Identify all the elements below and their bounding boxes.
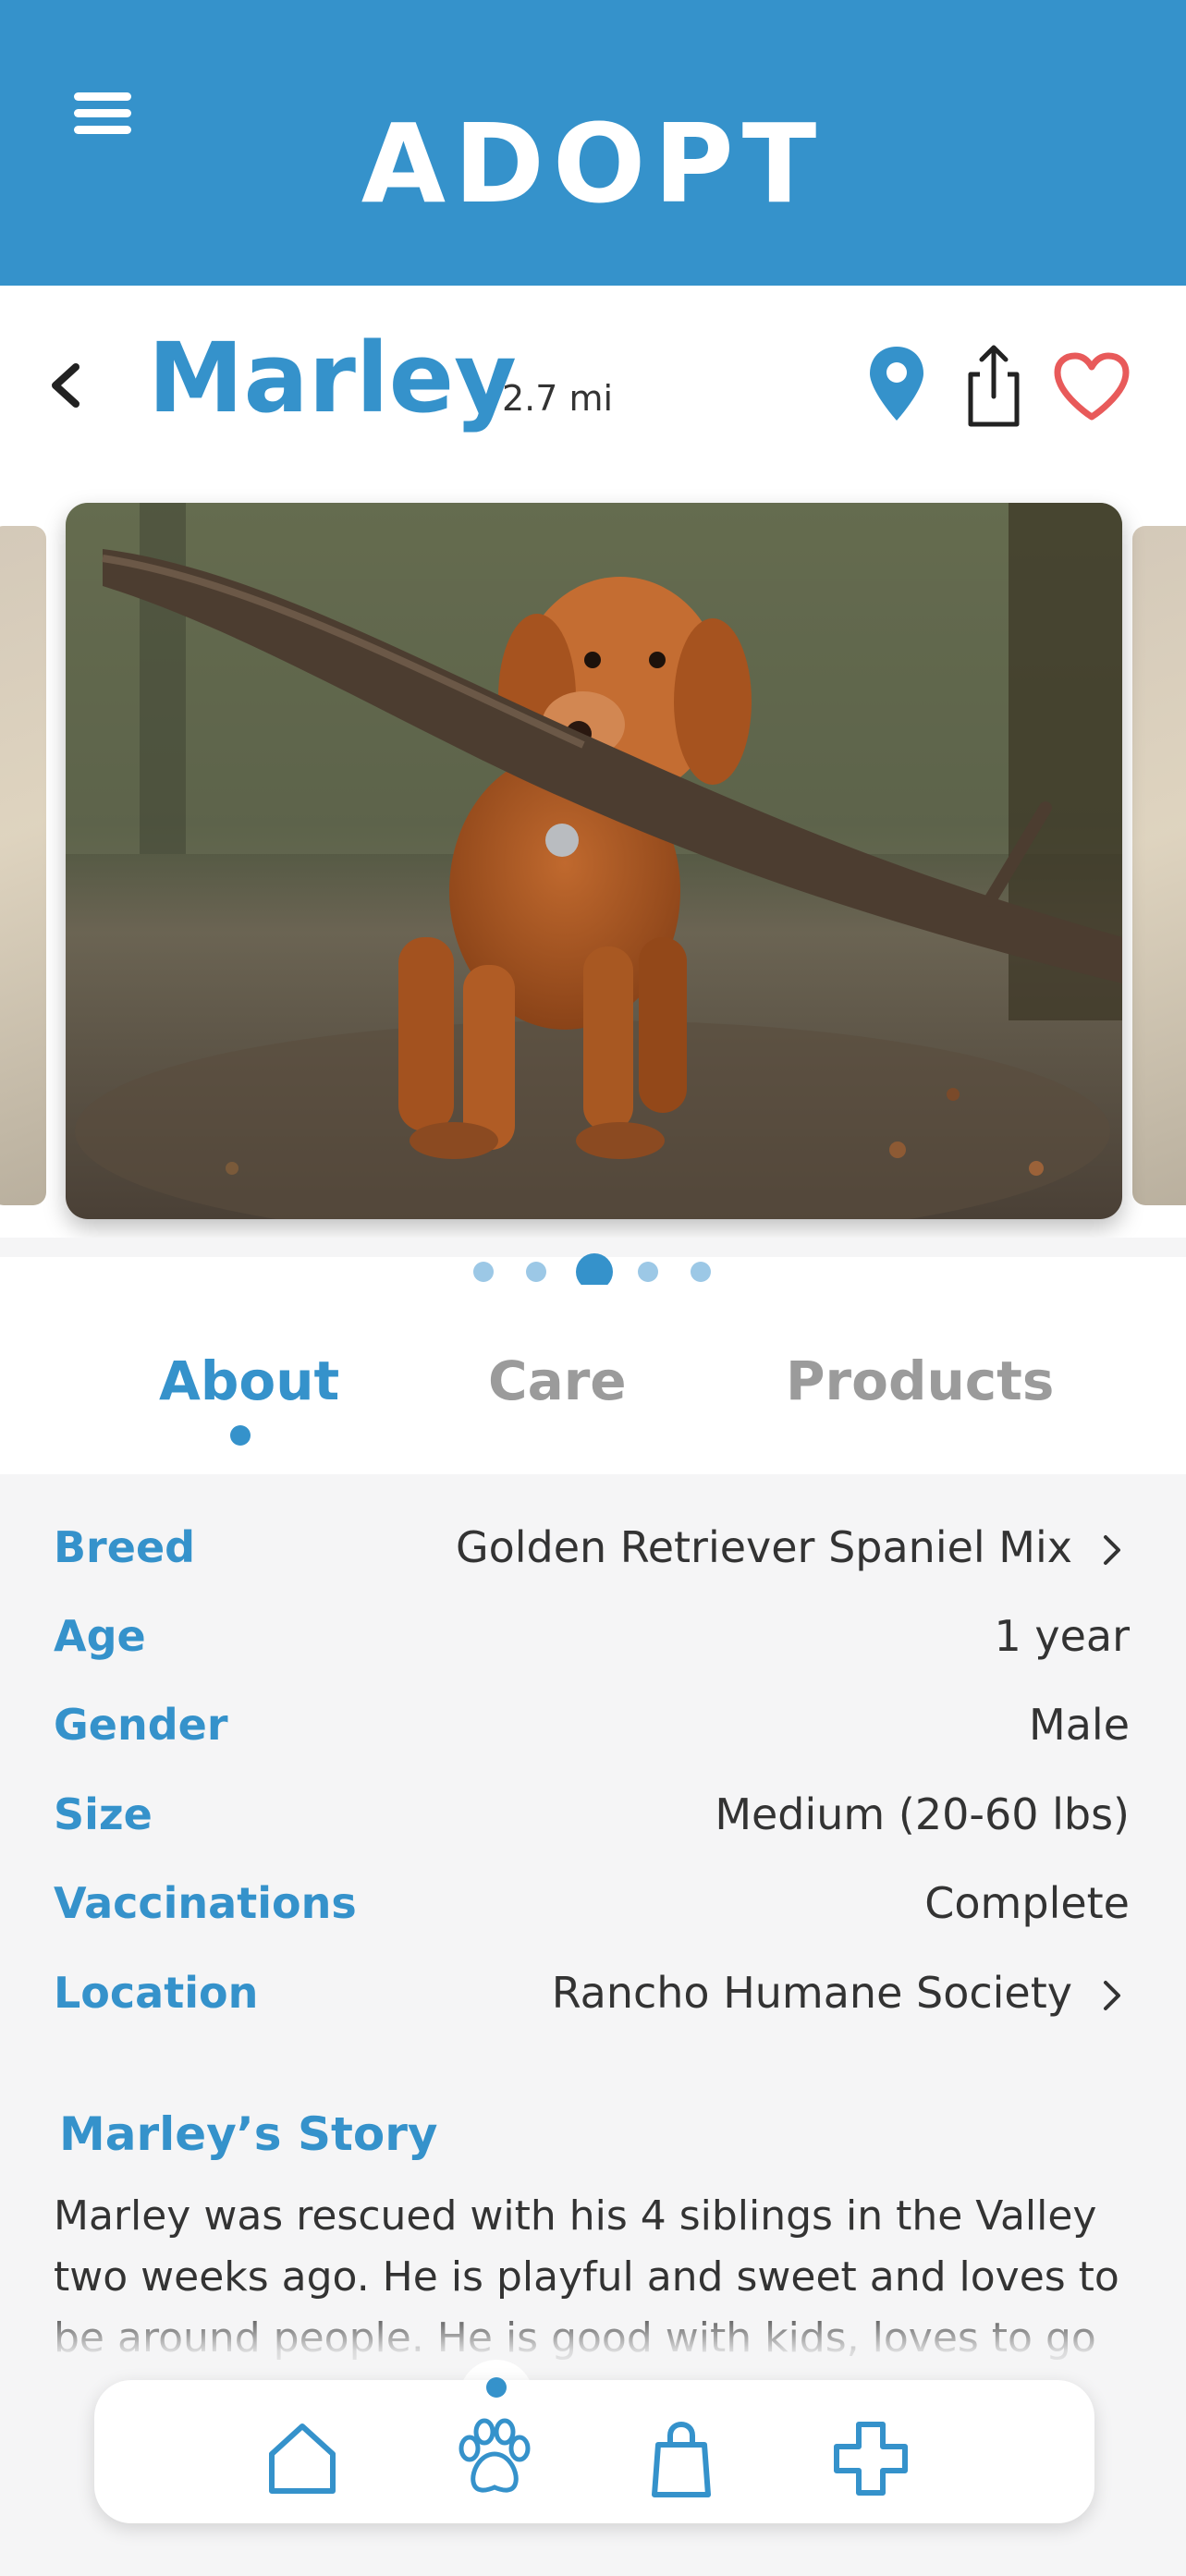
back-arrow-icon[interactable] — [41, 348, 96, 422]
detail-value: Rancho Humane Society — [551, 1968, 1072, 2018]
story-fade-overlay — [0, 2306, 1186, 2380]
detail-label: Location — [54, 1968, 259, 2018]
app-title: ADOPT — [361, 100, 825, 227]
detail-label: Vaccinations — [54, 1878, 357, 1928]
page-dot[interactable] — [473, 1262, 494, 1282]
active-tab-indicator — [230, 1425, 251, 1446]
gallery-pagination — [0, 1253, 1186, 1290]
detail-label: Size — [54, 1789, 153, 1839]
tab-about[interactable]: About — [159, 1349, 339, 1412]
detail-label: Age — [54, 1611, 146, 1661]
tab-bar: About Care Products — [0, 1285, 1186, 1474]
chevron-right-icon[interactable] — [1093, 1977, 1130, 2014]
location-pin-icon[interactable] — [864, 343, 929, 426]
app-header: ADOPT — [0, 0, 1186, 286]
detail-value: Complete — [924, 1878, 1130, 1928]
photo-gallery[interactable] — [0, 480, 1186, 1238]
bottom-nav — [94, 2380, 1094, 2523]
detail-row-age: Age 1 year — [54, 1611, 1130, 1676]
detail-label: Gender — [54, 1700, 228, 1750]
detail-row-breed[interactable]: Breed Golden Retriever Spaniel Mix — [54, 1522, 1130, 1587]
medical-cross-icon[interactable] — [829, 2417, 912, 2500]
chevron-right-icon[interactable] — [1093, 1532, 1130, 1569]
story-title: Marley’s Story — [59, 2107, 438, 2161]
detail-row-vaccinations: Vaccinations Complete — [54, 1878, 1130, 1943]
heart-icon[interactable] — [1050, 350, 1133, 424]
pet-name: Marley — [148, 322, 517, 434]
share-icon[interactable] — [961, 339, 1026, 432]
detail-row-size: Size Medium (20-60 lbs) — [54, 1789, 1130, 1854]
detail-value: Golden Retriever Spaniel Mix — [455, 1522, 1072, 1572]
pet-title-row: Marley 2.7 mi — [0, 286, 1186, 480]
paw-icon[interactable] — [453, 2417, 536, 2500]
detail-value: 1 year — [994, 1611, 1130, 1661]
page-dot[interactable] — [526, 1262, 546, 1282]
detail-value: Medium (20-60 lbs) — [715, 1789, 1130, 1839]
pet-distance: 2.7 mi — [502, 378, 614, 419]
tab-care[interactable]: Care — [488, 1349, 627, 1412]
home-icon[interactable] — [261, 2417, 344, 2500]
page-dot[interactable] — [691, 1262, 711, 1282]
shopping-bag-icon[interactable] — [640, 2417, 723, 2500]
detail-row-location[interactable]: Location Rancho Humane Society — [54, 1968, 1130, 2033]
detail-label: Breed — [54, 1522, 196, 1572]
next-photo-preview[interactable] — [1132, 526, 1186, 1205]
detail-value: Male — [1029, 1700, 1130, 1750]
nav-active-indicator — [486, 2377, 507, 2398]
tab-products[interactable]: Products — [786, 1349, 1054, 1412]
dog-photo — [66, 503, 1122, 1219]
page-dot[interactable] — [638, 1262, 658, 1282]
detail-row-gender: Gender Male — [54, 1700, 1130, 1764]
previous-photo-preview[interactable] — [0, 526, 46, 1205]
